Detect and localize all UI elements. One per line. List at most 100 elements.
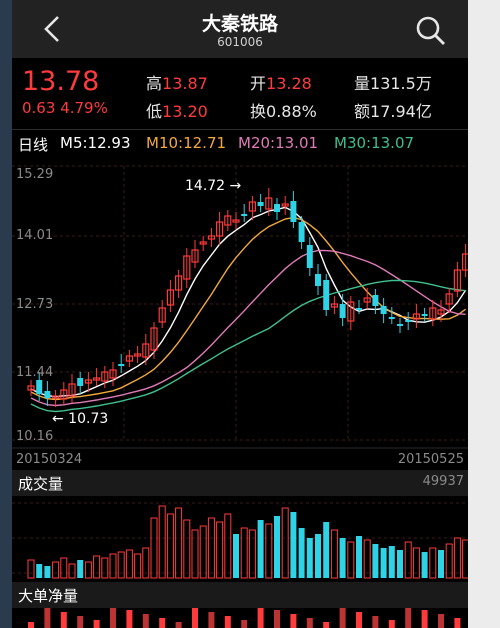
quote-panel: 13.78 0.63 4.79% 高13.87 开13.28 量131.5万 低… — [12, 58, 468, 128]
candle-body-44 — [388, 317, 395, 319]
ma30-value: M30:13.07 — [334, 134, 415, 152]
net-flow-bar-22 — [208, 612, 215, 628]
volume-bar-16 — [158, 505, 166, 579]
volume-bar-11 — [117, 551, 125, 579]
net-flow-bar-42 — [372, 616, 379, 628]
volume-bar-9 — [101, 557, 109, 579]
volume-bar-5 — [68, 563, 76, 579]
volume-bar-27 — [248, 529, 256, 579]
net-flow-bar-4 — [60, 612, 67, 628]
net-flow-bar-18 — [175, 622, 182, 628]
period-label[interactable]: 日线 — [18, 134, 48, 155]
volume-bar-10 — [109, 553, 117, 579]
net-flow-bar-44 — [388, 620, 395, 628]
volume-label: 成交量 — [18, 475, 63, 493]
trade-amount: 额17.94亿 — [354, 102, 432, 121]
net-flow-bar-0 — [28, 622, 34, 628]
start-date-label: 20150324 — [16, 452, 82, 467]
candle-body-6 — [77, 378, 84, 386]
volume-value: 量131.5万 — [354, 74, 432, 93]
candle-body-35 — [315, 274, 321, 286]
volume-bar-31 — [281, 507, 289, 579]
low-price: 低13.20 — [146, 102, 208, 121]
net-flow-bar-10 — [110, 606, 116, 628]
ma10-value: M10:12.71 — [146, 134, 227, 152]
net-flow-bar-28 — [257, 606, 264, 628]
volume-bar-17 — [166, 513, 174, 579]
volume-bar-7 — [84, 561, 92, 579]
volume-bar-3 — [52, 561, 60, 579]
candle-body-38 — [339, 304, 346, 318]
candle-body-28 — [257, 202, 264, 206]
change-percent: 4.79% — [60, 99, 108, 117]
net-flow-bar-12 — [126, 610, 133, 628]
change-amount: 0.63 — [22, 99, 56, 117]
volume-bar-44 — [388, 546, 395, 578]
y-tick-5: 10.16 — [16, 429, 53, 444]
net-flow-bar-50 — [438, 614, 444, 628]
volume-bar-34 — [306, 538, 313, 578]
candle-body-1 — [36, 380, 43, 394]
net-flow-bars — [28, 606, 461, 628]
volume-bar-26 — [240, 527, 248, 579]
volume-bar-25 — [233, 534, 239, 578]
background-window-edge-right — [468, 0, 500, 628]
net-flow-bar-20 — [192, 608, 198, 628]
volume-bar-37 — [330, 529, 338, 579]
volume-bar-45 — [397, 550, 403, 578]
volume-bar-12 — [125, 549, 133, 579]
candle-body-45 — [397, 324, 403, 326]
ma5-value: M5:12.93 — [60, 134, 131, 152]
volume-bar-33 — [298, 528, 305, 578]
net-flow-bar-6 — [77, 616, 84, 628]
candle-body-30 — [274, 204, 280, 212]
y-tick-4: 11.44 — [16, 365, 53, 380]
max-price-annotation: 14.72 → — [185, 178, 242, 194]
volume-bar-8 — [93, 555, 101, 579]
volume-bar-24 — [224, 513, 232, 579]
net-flow-bar-14 — [142, 614, 149, 628]
kline-chart[interactable]: 15.29 14.01 12.73 11.44 10.16 14.72 → ← … — [12, 158, 468, 628]
candle-body-48 — [421, 314, 428, 316]
volume-bar-0 — [27, 559, 35, 579]
candle-body-2 — [44, 391, 51, 398]
volume-bar-21 — [199, 525, 207, 579]
volume-bar-41 — [363, 539, 371, 579]
volume-bar-18 — [175, 507, 183, 579]
net-flow-bar-38 — [339, 608, 346, 628]
candle-body-40 — [356, 308, 362, 310]
volume-bar-48 — [421, 552, 428, 578]
net-flow-bar-24 — [224, 616, 231, 628]
volume-bar-43 — [380, 548, 387, 578]
net-flow-bar-8 — [93, 620, 100, 628]
net-flow-bar-52 — [454, 618, 461, 628]
candle-body-36 — [323, 280, 330, 310]
net-flow-bar-30 — [274, 610, 280, 628]
volume-bar-36 — [323, 522, 330, 578]
quote-divider — [12, 129, 468, 130]
current-price: 13.78 — [22, 66, 100, 97]
volume-bar-13 — [134, 553, 142, 579]
search-icon[interactable] — [414, 14, 448, 48]
volume-bar-28 — [257, 520, 264, 578]
net-flow-bar-46 — [405, 606, 412, 628]
y-tick-3: 12.73 — [16, 297, 53, 312]
volume-bar-6 — [77, 560, 84, 578]
open-price: 开13.28 — [250, 74, 312, 93]
turnover-rate: 换0.88% — [250, 102, 317, 121]
volume-bar-20 — [191, 529, 199, 579]
volume-bar-35 — [315, 534, 321, 578]
background-window-edge-left — [0, 0, 12, 628]
volume-bar-30 — [274, 516, 280, 578]
volume-bar-1 — [36, 564, 43, 578]
volume-bar-22 — [207, 517, 215, 579]
candle-body-46 — [405, 320, 412, 322]
end-date-label: 20150525 — [398, 452, 464, 467]
stock-detail-screen: 大秦铁路 601006 13.78 0.63 4.79% 高13.87 开13.… — [12, 0, 468, 628]
top-nav-bar: 大秦铁路 601006 — [12, 0, 468, 59]
net-flow-bar-34 — [306, 618, 313, 628]
net-flow-bar-32 — [290, 614, 297, 628]
candle-body-32 — [290, 201, 297, 222]
volume-bar-19 — [183, 519, 191, 579]
volume-bar-29 — [265, 523, 273, 579]
